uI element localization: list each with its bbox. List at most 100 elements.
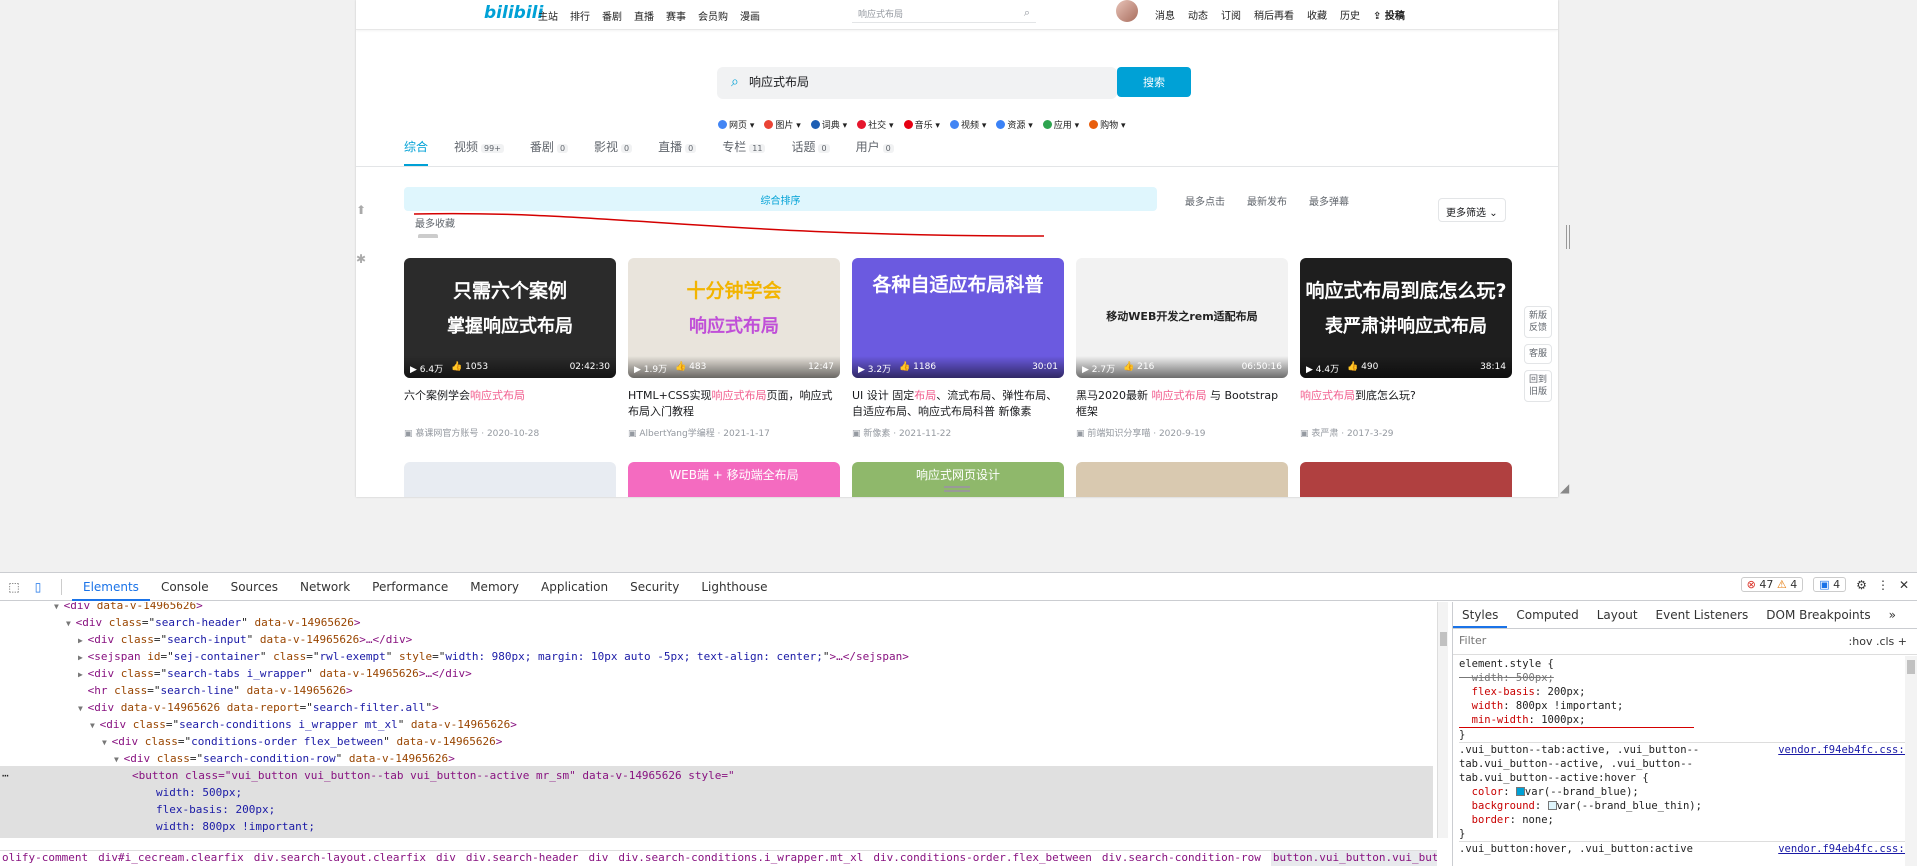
jump-link-2[interactable]: 词典 ▾ [810, 118, 847, 131]
user-nav-item-2[interactable]: 订阅 [1221, 7, 1241, 22]
order-newest[interactable]: 最新发布 [1247, 193, 1287, 208]
collapse-triangle-icon[interactable]: ▼ [66, 619, 76, 628]
pin-icon[interactable]: ⬆ [356, 203, 368, 217]
more-tabs-icon[interactable]: » [1880, 602, 1905, 628]
breadcrumb[interactable]: div.search-header [466, 851, 579, 866]
video-card[interactable]: 只需六个案例 掌握响应式布局 ▶ 6.4万 👍 1053 02:42:30 六个案例学会响… [404, 258, 616, 439]
breadcrumb[interactable]: olify-comment [2, 851, 88, 866]
dom-node-line[interactable]: ▶ <sejspan id="sej-container" class="rwl… [78, 648, 909, 665]
user-nav-item-3[interactable]: 稍后再看 [1254, 7, 1294, 22]
css-source-link[interactable]: vendor.f94eb4fc.css:1 [1778, 842, 1911, 856]
devtools-tab-elements[interactable]: Elements [72, 573, 150, 601]
css-declaration[interactable]: width: 800px !important; [1459, 699, 1911, 713]
video-title[interactable]: HTML+CSS实现响应式布局页面，响应式布局入门教程 [628, 388, 840, 420]
collapse-triangle-icon[interactable]: ▼ [114, 755, 124, 764]
header-search-input[interactable]: 响应式布局 ⌕ [852, 3, 1036, 23]
order-most-clicks[interactable]: 最多点击 [1185, 193, 1225, 208]
devtools-tab-sources[interactable]: Sources [220, 573, 289, 601]
bilibili-logo[interactable]: bilibili [484, 3, 543, 23]
selected-node-open-tag[interactable]: <button class="vui_button vui_button--ta… [132, 767, 735, 784]
messages-counter[interactable]: ▣ 4 [1813, 577, 1847, 592]
elements-scrollbar[interactable] [1437, 602, 1448, 838]
viewport-corner-resize-handle[interactable]: ◢ [1560, 481, 1574, 495]
styles-tab-2[interactable]: Layout [1588, 602, 1647, 628]
tab-2[interactable]: 番剧 0 [530, 138, 569, 166]
dom-node-line[interactable]: ▶ <div class="search-input" data-v-14965… [78, 631, 412, 648]
color-swatch[interactable] [1515, 787, 1525, 796]
expand-triangle-icon[interactable] [78, 687, 88, 696]
user-nav-item-4[interactable]: 收藏 [1307, 7, 1327, 22]
video-author-date[interactable]: ▣ 新像素 · 2021-11-22 [852, 426, 1064, 439]
devtools-tab-lighthouse[interactable]: Lighthouse [690, 573, 778, 601]
settings-gear-icon[interactable]: ⚙ [1856, 578, 1867, 592]
jump-link-6[interactable]: 资源 ▾ [996, 118, 1033, 131]
jump-link-4[interactable]: 音乐 ▾ [903, 118, 940, 131]
jump-link-7[interactable]: 应用 ▾ [1042, 118, 1079, 131]
styles-tab-4[interactable]: DOM Breakpoints [1757, 602, 1879, 628]
video-card[interactable]: 移动WEB开发之rem适配布局 ▶ 2.7万 👍 216 06:50:16 黑马2020… [1076, 258, 1288, 439]
video-thumbnail[interactable]: 各种自适应布局科普 ▶ 3.2万 👍 1186 30:01 [852, 258, 1064, 378]
tab-6[interactable]: 话题 0 [791, 138, 830, 166]
order-most-danmaku[interactable]: 最多弹幕 [1309, 193, 1349, 208]
tab-7[interactable]: 用户 0 [856, 138, 894, 166]
jump-link-0[interactable]: 网页 ▾ [718, 118, 754, 131]
dom-node-line[interactable]: ▼ <div data-v-14965626> [54, 602, 203, 614]
dom-node-line[interactable]: ▼ <div class="search-condition-row" data… [114, 750, 455, 767]
styles-tab-0[interactable]: Styles [1453, 602, 1508, 628]
devtools-tab-application[interactable]: Application [530, 573, 619, 601]
css-declaration[interactable]: background: var(--brand_blue_thin); [1459, 799, 1911, 813]
styles-filter-options[interactable]: :hov .cls + [1849, 635, 1907, 648]
breadcrumb[interactable]: div.search-layout.clearfix [254, 851, 426, 866]
video-author-date[interactable]: ▣ 前端知识分享喵 · 2020-9-19 [1076, 426, 1288, 439]
tab-0[interactable]: 综合 [404, 138, 429, 166]
video-thumbnail[interactable]: 十分钟学会 响应式布局 ▶ 1.9万 👍 483 12:47 [628, 258, 840, 378]
user-nav-item-1[interactable]: 动态 [1188, 7, 1208, 22]
expand-triangle-icon[interactable]: ▶ [78, 636, 88, 645]
styles-filter-input[interactable] [1459, 634, 1759, 647]
styles-tab-3[interactable]: Event Listeners [1647, 602, 1758, 628]
search-button[interactable]: 搜索 [1117, 67, 1191, 97]
dom-node-line[interactable]: ▼ <div class="conditions-order flex_betw… [102, 733, 502, 750]
dom-node-line[interactable]: ▶ <div class="search-tabs i_wrapper" dat… [78, 665, 472, 682]
breadcrumb[interactable]: div.search-condition-row [1102, 851, 1261, 866]
video-author-date[interactable]: ▣ 表严肃 · 2017-3-29 [1300, 426, 1512, 439]
issues-counter[interactable]: ⊗ 47 ⚠ 4 [1740, 577, 1804, 592]
breadcrumb[interactable]: div.search-conditions.i_wrapper.mt_xl [618, 851, 863, 866]
collapse-triangle-icon[interactable]: ▼ [102, 738, 112, 747]
nav-item-4[interactable]: 赛事 [666, 8, 686, 23]
float-button-2[interactable]: 回到旧版 [1524, 370, 1552, 402]
more-filter-button[interactable]: 更多筛选 ⌄ [1438, 198, 1506, 222]
css-declaration[interactable]: min-width: 1000px; [1459, 713, 1694, 728]
float-button-1[interactable]: 客服 [1524, 344, 1552, 364]
color-swatch[interactable] [1547, 801, 1557, 810]
expand-triangle-icon[interactable]: ▶ [78, 653, 88, 662]
video-title[interactable]: UI 设计 固定布局、流式布局、弹性布局、自适应布局、响应式布局科普 新像素 [852, 388, 1064, 420]
dom-node-line[interactable]: ▼ <div data-v-14965626 data-report="sear… [78, 699, 439, 716]
avatar[interactable] [1116, 0, 1138, 22]
video-author-date[interactable]: ▣ AlbertYang学编程 · 2021-1-17 [628, 426, 840, 439]
styles-scrollbar[interactable] [1905, 656, 1917, 866]
main-search-box[interactable]: ⌕ [717, 67, 1117, 99]
breadcrumb[interactable]: div.conditions-order.flex_between [873, 851, 1092, 866]
video-thumbnail-row2[interactable]: WEB端 + 移动端全布局 [628, 462, 840, 497]
video-title[interactable]: 黑马2020最新 响应式布局 与 Bootstrap框架 [1076, 388, 1288, 420]
jump-link-5[interactable]: 视频 ▾ [949, 118, 986, 131]
video-card[interactable]: 响应式布局到底怎么玩? 表严肃讲响应式布局 ▶ 4.4万 👍 490 38:14 响应式布… [1300, 258, 1512, 439]
upload-button[interactable]: ⇪ 投稿 [1373, 7, 1405, 22]
css-declaration[interactable]: flex-basis: 200px; [1459, 685, 1911, 699]
main-search-input[interactable] [749, 74, 1009, 88]
nav-item-3[interactable]: 直播 [634, 8, 654, 23]
css-declaration[interactable]: width: 500px; [1459, 671, 1911, 685]
css-source-link[interactable]: vendor.f94eb4fc.css:1 [1778, 743, 1911, 757]
css-declaration[interactable]: border: none; [1459, 813, 1911, 827]
video-thumbnail-row2[interactable] [404, 462, 616, 497]
jump-link-3[interactable]: 社交 ▾ [857, 118, 894, 131]
breadcrumb[interactable]: button.vui_button.vui_button--tab.vui_bu… [1270, 851, 1437, 866]
expand-triangle-icon[interactable]: ▶ [78, 670, 88, 679]
devtools-tab-network[interactable]: Network [289, 573, 361, 601]
nav-item-0[interactable]: 主站 [538, 8, 558, 23]
dom-node-line[interactable]: ▼ <div class="search-conditions i_wrappe… [90, 716, 517, 733]
video-thumbnail-row2[interactable] [1300, 462, 1512, 497]
dom-node-line[interactable]: ▼ <div class="search-header" data-v-1496… [66, 614, 360, 631]
tab-4[interactable]: 直播 0 [658, 138, 697, 166]
